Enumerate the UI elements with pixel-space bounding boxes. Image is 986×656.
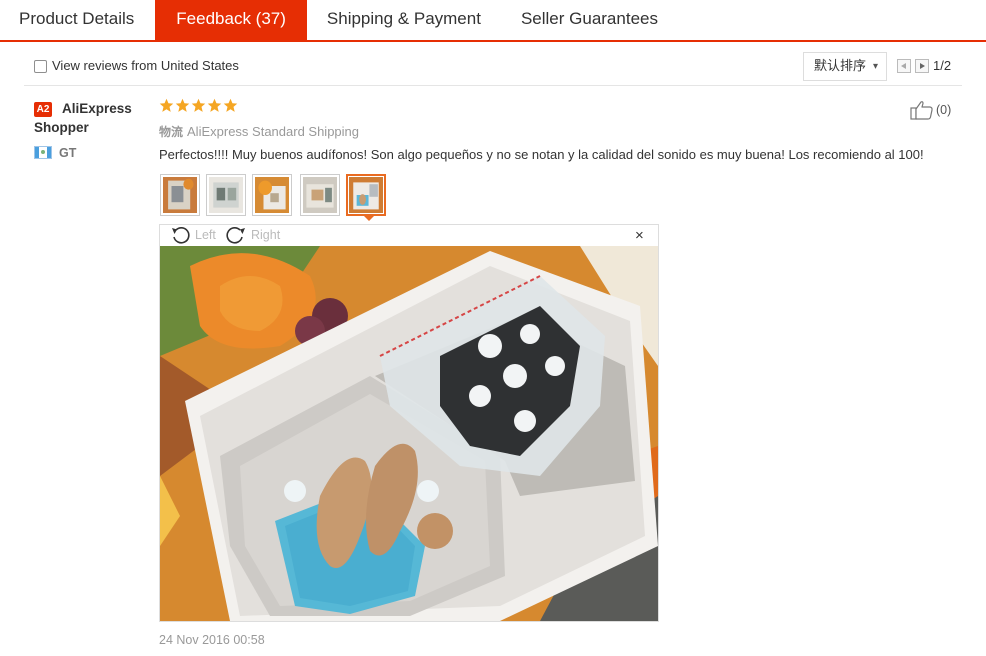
review-photo-thumbnail[interactable]: [206, 174, 246, 216]
close-icon[interactable]: ×: [635, 228, 644, 243]
sort-dropdown[interactable]: 默认排序 ▾: [803, 52, 887, 81]
tab-product-details[interactable]: Product Details: [0, 0, 155, 40]
rotate-left-label: Left: [195, 228, 216, 242]
tab-shipping-payment[interactable]: Shipping & Payment: [307, 0, 501, 40]
star-icon: [191, 98, 206, 112]
reviewer-country: GT: [59, 146, 77, 160]
review-photo-thumbnail-selected[interactable]: [346, 174, 386, 216]
flag-icon: [34, 146, 52, 159]
star-rating: [159, 98, 238, 113]
star-icon: [207, 98, 222, 112]
tab-seller-guarantees[interactable]: Seller Guarantees: [501, 0, 678, 40]
chevron-down-icon: ▾: [872, 61, 878, 72]
like-count: (0): [936, 103, 952, 117]
page-next-button[interactable]: [915, 59, 929, 73]
review-photo: [160, 246, 658, 621]
review-photo-thumbnail[interactable]: [252, 174, 292, 216]
review-photo-thumbnail[interactable]: [160, 174, 200, 216]
us-only-checkbox[interactable]: [34, 60, 47, 73]
tab-feedback[interactable]: Feedback (37): [155, 0, 307, 40]
shipping-method: AliExpress Standard Shipping: [187, 124, 360, 139]
selected-thumbnail-pointer: [363, 215, 375, 221]
pagination-count: 1/2: [933, 58, 952, 73]
photo-viewer: Left Right ×: [159, 224, 659, 622]
review-date: 24 Nov 2016 00:58: [159, 633, 265, 647]
sort-selected-value: 默认排序: [814, 59, 867, 74]
shipping-prefix: 物流: [159, 125, 184, 139]
star-icon: [159, 98, 174, 112]
photo-viewer-toolbar: Left Right ×: [160, 225, 658, 246]
rotate-left-icon: [172, 227, 190, 244]
shipping-info: 物流 AliExpress Standard Shipping: [159, 123, 359, 140]
rotate-right-label: Right: [251, 228, 281, 242]
review-filter-bar: View reviews from United States 默认排序 ▾ 1…: [24, 50, 962, 86]
review-text: Perfectos!!!! Muy buenos audífonos! Son …: [159, 147, 924, 162]
thumbs-up-icon[interactable]: [910, 100, 934, 120]
star-icon: [223, 98, 238, 112]
star-icon: [175, 98, 190, 112]
page-prev-icon: [901, 63, 906, 69]
us-only-label[interactable]: View reviews from United States: [52, 58, 239, 73]
rotate-right-icon: [226, 227, 245, 244]
page-next-icon: [920, 63, 925, 69]
buyer-level-badge: A2: [34, 102, 52, 117]
tab-bar: Product Details Feedback (37) Shipping &…: [0, 0, 986, 42]
review-photo-thumbnail[interactable]: [300, 174, 340, 216]
page-prev-button[interactable]: [897, 59, 911, 73]
